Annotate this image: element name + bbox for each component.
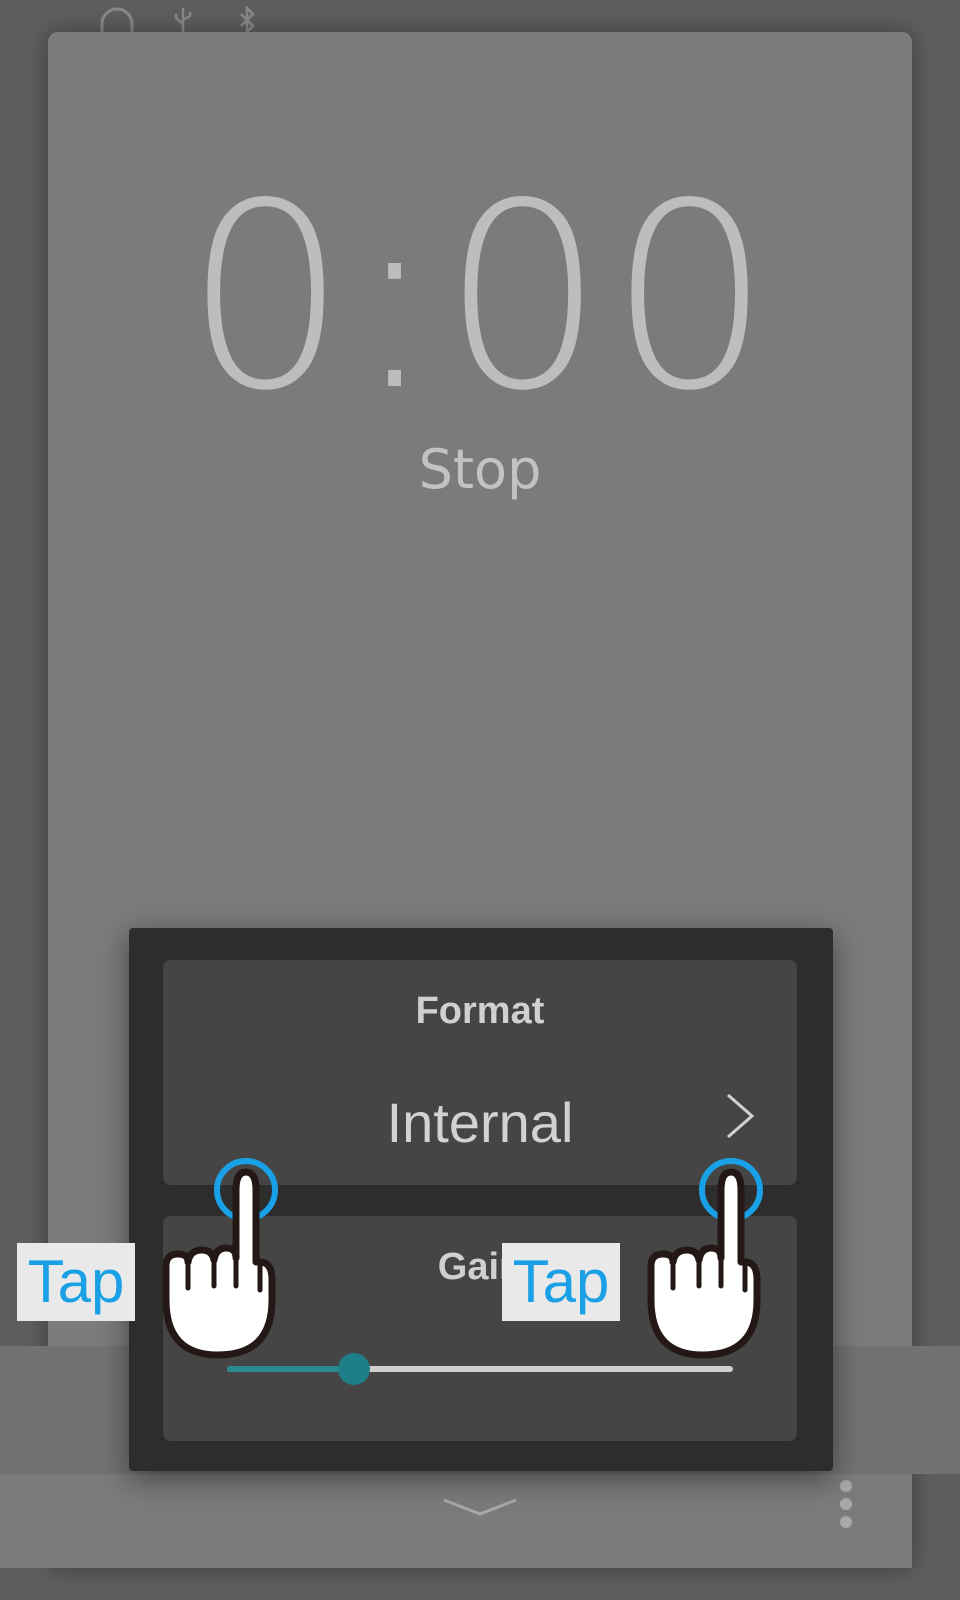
tap-hand-right-icon xyxy=(647,1158,763,1359)
gain-slider-thumb[interactable] xyxy=(337,1353,370,1385)
format-title: Format xyxy=(415,990,545,1032)
recorder-state: Stop xyxy=(418,438,542,501)
tap-hand-left-icon xyxy=(162,1158,278,1359)
chevron-right-icon xyxy=(725,1092,755,1145)
gain-slider-fill xyxy=(227,1366,354,1372)
tap-label-left: Tap xyxy=(17,1243,135,1321)
more-vertical-icon[interactable] xyxy=(836,1480,856,1533)
chevron-down-icon[interactable] xyxy=(440,1492,520,1527)
elapsed-time: 0:00 xyxy=(184,149,776,447)
format-value: Internal xyxy=(386,1091,574,1154)
tap-label-right: Tap xyxy=(502,1243,620,1321)
